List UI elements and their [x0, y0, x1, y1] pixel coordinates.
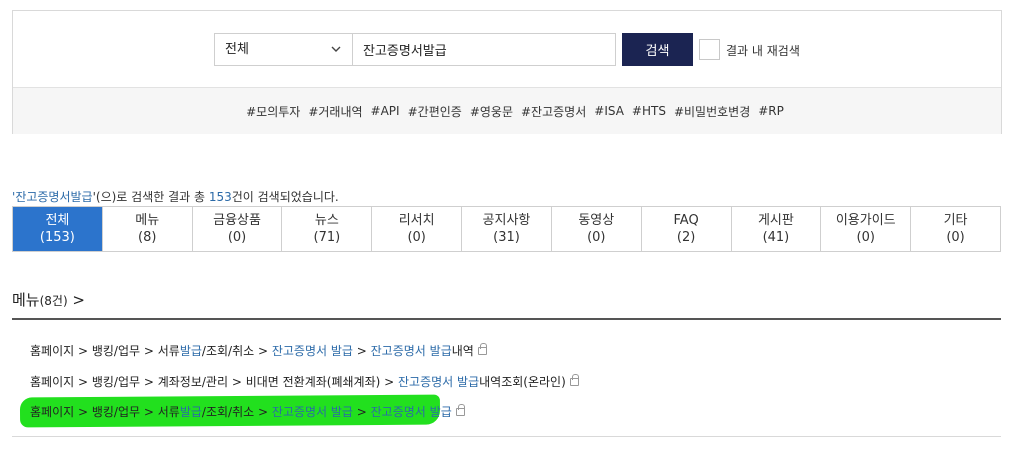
search-button[interactable]: 검색: [622, 33, 693, 66]
search-scope-select[interactable]: 전체: [214, 33, 353, 66]
path-text: 내역: [451, 344, 474, 358]
path-text: /조회/취소 >: [201, 405, 272, 419]
tab-label: 공지사항: [482, 213, 531, 228]
path-text: >: [352, 405, 371, 419]
summary-tail: 건이 검색되었습니다.: [231, 190, 339, 204]
tab-label: 이용가이드: [835, 213, 896, 228]
tab-label: 리서치: [398, 213, 435, 228]
tab-faq[interactable]: FAQ (2): [642, 207, 732, 251]
tab-label: 기타: [943, 213, 968, 228]
tab-count: (153): [39, 230, 75, 245]
tag-link[interactable]: #HTS: [632, 104, 666, 118]
lock-icon: [455, 404, 465, 416]
tag-link[interactable]: #API: [371, 104, 400, 118]
tab-products[interactable]: 금융상품 (0): [193, 207, 283, 251]
tab-guide[interactable]: 이용가이드 (0): [821, 207, 912, 251]
tag-link[interactable]: #거래내역: [308, 103, 362, 120]
tag-link[interactable]: #ISA: [594, 104, 624, 118]
section-title-arrow: >: [67, 291, 85, 309]
tab-count: (71): [313, 230, 341, 245]
result-summary: '잔고증명서발급'(으)로 검색한 결과 총 153건이 검색되었습니다.: [12, 188, 339, 205]
menu-section-title[interactable]: 메뉴(8건) >: [12, 289, 85, 310]
search-bar: 전체 검색 결과 내 재검색: [13, 11, 1001, 88]
research-checkbox[interactable]: [699, 39, 720, 60]
path-highlight: 발급: [179, 344, 202, 358]
tab-count: (0): [587, 230, 606, 245]
tab-count: (0): [227, 230, 247, 245]
tab-label: 금융상품: [213, 213, 261, 228]
summary-keyword: 잔고증명서발급: [15, 190, 93, 204]
tab-research[interactable]: 리서치 (0): [372, 207, 463, 251]
section-divider: [12, 318, 1001, 320]
path-text: 홈페이지 > 뱅킹/업무 > 서류: [30, 405, 180, 419]
path-highlight: 잔고증명서 발급: [271, 405, 353, 419]
path-highlight: 잔고증명서 발급: [370, 344, 452, 358]
research-checkbox-label[interactable]: 결과 내 재검색: [726, 42, 800, 59]
summary-count: 153: [208, 190, 232, 204]
popular-tags: #모의투자 #거래내역 #API #간편인증 #영웅문 #잔고증명서 #ISA …: [13, 88, 1001, 134]
path-highlight: 발급: [179, 405, 202, 419]
tag-link[interactable]: #간편인증: [408, 103, 462, 120]
path-text: /조회/취소 >: [201, 344, 272, 358]
tab-count: (8): [138, 230, 157, 245]
tab-all[interactable]: 전체 (153): [13, 207, 103, 251]
lock-icon: [477, 343, 487, 355]
tab-label: 게시판: [757, 213, 794, 228]
search-panel: 전체 검색 결과 내 재검색 #모의투자 #거래내역 #API #간편인증 #영…: [12, 10, 1002, 134]
tab-count: (0): [856, 230, 875, 245]
path-text: >: [352, 344, 371, 358]
summary-mid: '(으)로 검색한 결과 총: [92, 190, 209, 204]
popular-tags-bar: #모의투자 #거래내역 #API #간편인증 #영웅문 #잔고증명서 #ISA …: [13, 88, 1001, 134]
path-highlight: 잔고증명서 발급: [398, 375, 480, 389]
search-scope-value: 전체: [225, 42, 249, 57]
tab-news[interactable]: 뉴스 (71): [282, 207, 373, 251]
path-highlight: 잔고증명서 발급: [370, 405, 452, 419]
section-title-count: (8건): [39, 294, 68, 308]
tag-link[interactable]: #잔고증명서: [521, 103, 586, 120]
chevron-down-icon: [330, 34, 342, 77]
menu-result-link[interactable]: 홈페이지 > 뱅킹/업무 > 계좌정보/관리 > 비대면 전환계좌(폐쇄계좌) …: [30, 373, 579, 390]
tab-count: (0): [407, 230, 426, 245]
tag-link[interactable]: #영웅문: [470, 103, 513, 120]
tab-count: (31): [493, 230, 520, 245]
tab-label: FAQ: [673, 213, 699, 228]
menu-result-link[interactable]: 홈페이지 > 뱅킹/업무 > 서류발급/조회/취소 > 잔고증명서 발급 > 잔…: [30, 403, 465, 420]
tag-link[interactable]: #RP: [758, 104, 784, 118]
tab-videos[interactable]: 동영상 (0): [552, 207, 642, 251]
tab-label: 동영상: [578, 213, 615, 228]
tag-link[interactable]: #비밀번호변경: [674, 103, 750, 120]
tab-count: (0): [946, 230, 965, 245]
search-input[interactable]: [352, 33, 616, 66]
category-tabs: 전체 (153) 메뉴 (8) 금융상품 (0) 뉴스 (71) 리서치 (0) 공지사항…: [12, 206, 1001, 252]
section-title-label: 메뉴: [12, 291, 40, 309]
path-text: 홈페이지 > 뱅킹/업무 > 계좌정보/관리 > 비대면 전환계좌(폐쇄계좌) …: [30, 375, 399, 389]
tab-label: 전체: [45, 213, 70, 228]
tab-notices[interactable]: 공지사항 (31): [462, 207, 552, 251]
path-highlight: 잔고증명서 발급: [271, 344, 353, 358]
path-text: 홈페이지 > 뱅킹/업무 > 서류: [30, 344, 180, 358]
section-bottom-divider: [12, 436, 1001, 437]
tab-board[interactable]: 게시판 (41): [732, 207, 822, 251]
tab-count: (41): [762, 230, 790, 245]
menu-result-link[interactable]: 홈페이지 > 뱅킹/업무 > 서류발급/조회/취소 > 잔고증명서 발급 > 잔…: [30, 342, 487, 359]
tab-label: 뉴스: [314, 213, 339, 228]
lock-icon: [569, 374, 579, 386]
tab-menu[interactable]: 메뉴 (8): [103, 207, 193, 251]
tab-etc[interactable]: 기타 (0): [911, 207, 1000, 251]
path-text: 내역조회(온라인): [479, 375, 566, 389]
tag-link[interactable]: #모의투자: [246, 103, 300, 120]
tab-label: 메뉴: [135, 213, 160, 228]
tab-count: (2): [676, 230, 696, 245]
